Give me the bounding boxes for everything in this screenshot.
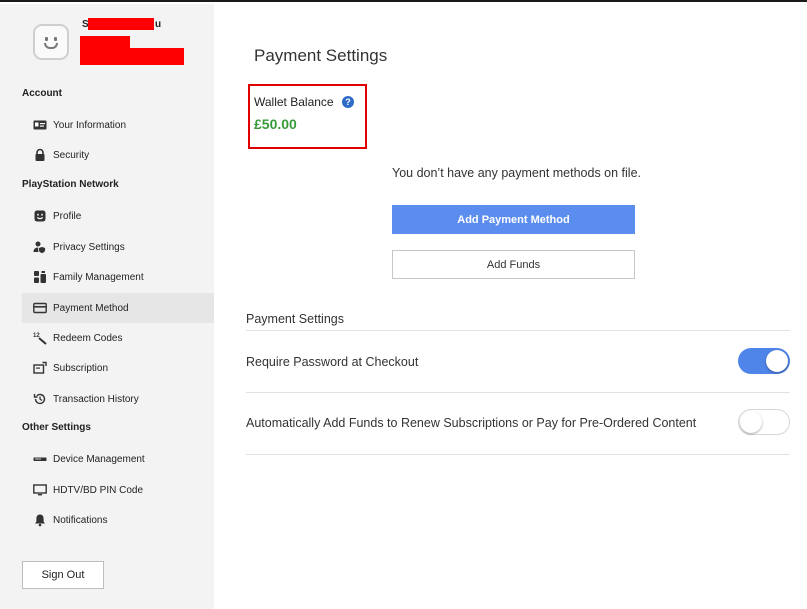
console-icon (32, 451, 48, 467)
sidebar-item-label: Notifications (53, 514, 108, 526)
payment-settings-subheading: Payment Settings (246, 312, 344, 326)
sidebar-item-notifications[interactable]: Notifications (22, 505, 214, 535)
sidebar-item-label: Your Information (53, 119, 127, 131)
require-password-label: Require Password at Checkout (246, 355, 419, 369)
bell-icon (32, 512, 48, 528)
sidebar-item-hdtv-pin[interactable]: HDTV/BD PIN Code (22, 475, 214, 505)
sidebar-item-profile[interactable]: Profile (22, 201, 214, 231)
sidebar-item-label: Privacy Settings (53, 241, 125, 253)
redaction-email (80, 48, 184, 65)
require-password-toggle[interactable] (738, 348, 790, 374)
no-payment-methods-text: You don’t have any payment methods on fi… (392, 166, 642, 180)
avatar (33, 24, 69, 60)
sidebar-item-family-management[interactable]: Family Management (22, 262, 214, 292)
sidebar: S u Account Your Information Security Pl… (0, 4, 214, 609)
code-wand-icon: 12 (32, 330, 48, 346)
auto-add-funds-toggle[interactable] (738, 409, 790, 435)
divider (246, 454, 790, 455)
sidebar-item-label: Redeem Codes (53, 332, 123, 344)
sidebar-item-label: Subscription (53, 362, 109, 374)
redaction-name (88, 18, 154, 30)
sidebar-item-label: Transaction History (53, 393, 139, 405)
page-title: Payment Settings (254, 46, 388, 65)
sidebar-item-label: Profile (53, 210, 82, 222)
face-icon (32, 208, 48, 224)
sidebar-item-label: Security (53, 149, 90, 161)
help-icon[interactable]: ? (342, 96, 354, 108)
section-title-other-settings: Other Settings (22, 422, 91, 433)
avatar-eye-icon (45, 37, 48, 41)
divider (246, 392, 790, 393)
monitor-icon (32, 482, 48, 498)
subscription-icon (32, 360, 48, 376)
credit-card-icon (32, 300, 48, 316)
sidebar-item-your-information[interactable]: Your Information (22, 110, 214, 140)
divider (246, 330, 790, 331)
toggle-knob (766, 350, 788, 372)
sidebar-item-label: HDTV/BD PIN Code (53, 484, 144, 496)
sidebar-item-device-management[interactable]: Device Management (22, 444, 214, 474)
sidebar-item-privacy-settings[interactable]: Privacy Settings (22, 232, 214, 262)
lock-icon (32, 147, 48, 163)
sidebar-item-redeem-codes[interactable]: 12 Redeem Codes (22, 323, 214, 353)
toggle-knob (740, 411, 762, 433)
add-funds-button[interactable]: Add Funds (392, 250, 635, 279)
sidebar-item-payment-method[interactable]: Payment Method (22, 293, 214, 323)
shield-person-icon (32, 239, 48, 255)
section-title-account: Account (22, 88, 62, 99)
avatar-eye-icon (54, 37, 57, 41)
sidebar-item-subscription[interactable]: Subscription (22, 353, 214, 383)
history-icon (32, 391, 48, 407)
sign-out-button[interactable]: Sign Out (22, 561, 104, 589)
avatar-mouth-icon (44, 43, 58, 49)
sidebar-item-label: Device Management (53, 453, 145, 465)
sidebar-item-security[interactable]: Security (22, 140, 214, 170)
add-payment-method-button[interactable]: Add Payment Method (392, 205, 635, 234)
wallet-balance-label: Wallet Balance (254, 95, 334, 109)
auto-add-funds-label: Automatically Add Funds to Renew Subscri… (246, 416, 697, 430)
wallet-balance-amount: £50.00 (254, 116, 297, 132)
family-icon (32, 269, 48, 285)
sidebar-item-label: Family Management (53, 271, 144, 283)
section-title-psn: PlayStation Network (22, 179, 119, 190)
sidebar-item-label: Payment Method (53, 302, 129, 314)
user-name-tail: u (155, 19, 162, 30)
id-card-icon (32, 117, 48, 133)
sidebar-item-transaction-history[interactable]: Transaction History (22, 384, 214, 414)
